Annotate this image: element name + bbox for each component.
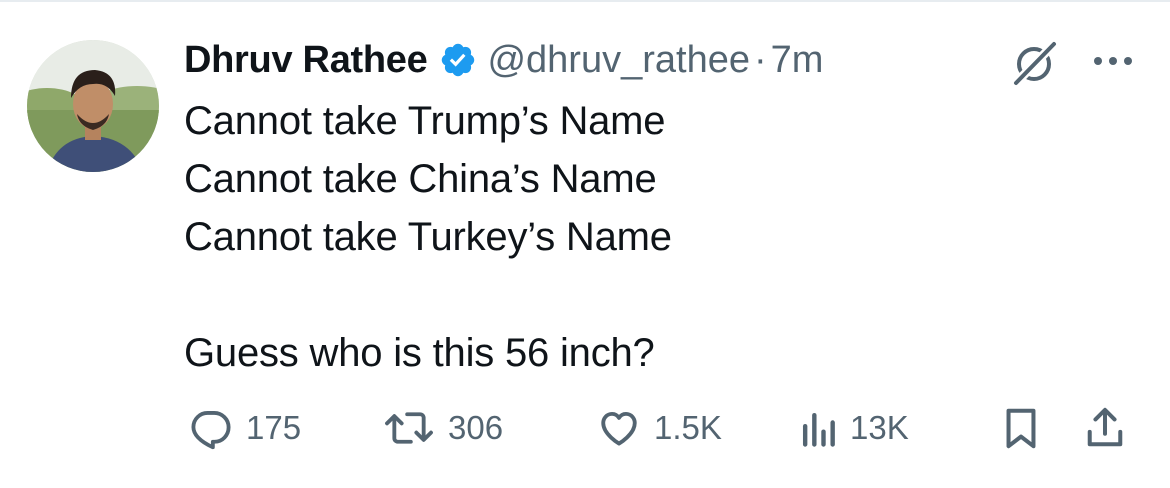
grok-icon[interactable] <box>1010 40 1060 87</box>
separator-dot: · <box>753 38 767 81</box>
top-divider <box>0 0 1170 2</box>
like-count: 1.5K <box>654 409 722 446</box>
views-button[interactable]: 13K <box>798 400 909 456</box>
author-handle[interactable]: @dhruv_rathee <box>487 39 750 82</box>
author-name[interactable]: Dhruv Rathee <box>184 39 428 82</box>
tweet-text-line: Cannot take China’s Name <box>184 157 657 201</box>
reply-button[interactable]: 175 <box>188 400 301 456</box>
repost-button[interactable]: 306 <box>382 400 503 456</box>
timestamp[interactable]: 7m <box>771 39 824 82</box>
share-icon <box>1087 407 1123 447</box>
repost-count: 306 <box>448 409 504 446</box>
bookmark-icon <box>1006 408 1036 449</box>
verified-badge-icon <box>439 41 477 79</box>
avatar-photo <box>27 40 159 172</box>
views-count: 13K <box>850 409 909 446</box>
tweet-text-line <box>184 266 672 324</box>
views-icon <box>802 412 835 447</box>
tweet-header: Dhruv Rathee @dhruv_rathee · 7m <box>184 34 823 86</box>
tweet-text-line: Cannot take Turkey’s Name <box>184 215 672 259</box>
like-button[interactable]: 1.5K <box>596 400 722 456</box>
share-button[interactable] <box>1084 400 1126 456</box>
avatar[interactable] <box>27 40 159 172</box>
bookmark-button[interactable] <box>1000 400 1042 456</box>
action-bar: 175 306 1.5K 13K <box>184 400 1144 456</box>
repost-icon <box>385 412 433 444</box>
tweet-text: Cannot take Trump’s Name Cannot take Chi… <box>184 92 672 382</box>
tweet-text-line: Guess who is this 56 inch? <box>184 331 655 375</box>
reply-count: 175 <box>246 409 302 446</box>
tweet-text-line: Cannot take Trump’s Name <box>184 99 666 143</box>
reply-icon <box>191 411 231 450</box>
heart-icon <box>601 411 637 446</box>
more-icon[interactable] <box>1088 48 1138 74</box>
